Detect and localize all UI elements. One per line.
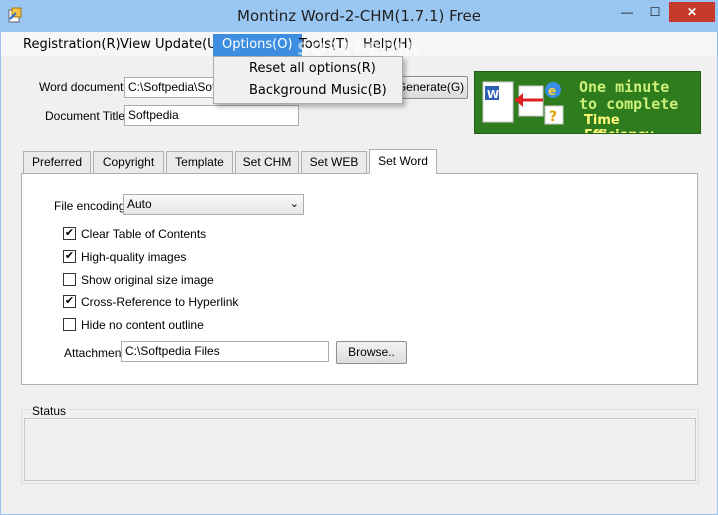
checkbox-cross-reference-label: Cross-Reference to Hyperlink xyxy=(81,295,239,309)
menu-view-update[interactable]: View Update(U) xyxy=(120,36,222,54)
banner-line-3: Time Efficiency... xyxy=(584,113,667,133)
tab-copyright[interactable]: Copyright xyxy=(93,151,164,173)
tab-set-word[interactable]: Set Word xyxy=(369,149,437,174)
tab-template[interactable]: Template xyxy=(166,151,233,173)
menu-background-music[interactable]: Background Music(B) xyxy=(249,81,387,101)
minimize-button[interactable]: — xyxy=(613,2,641,22)
close-button[interactable]: ✕ xyxy=(669,2,715,22)
svg-text:?: ? xyxy=(549,109,557,125)
word-document-input[interactable]: C:\Softpedia\Softp xyxy=(124,77,224,98)
word-doc-icon: W e ? xyxy=(481,78,573,131)
file-encoding-select[interactable]: Auto ⌄ xyxy=(123,194,304,215)
file-encoding-label: File encoding: xyxy=(54,199,129,213)
tab-set-chm[interactable]: Set CHM xyxy=(235,151,299,173)
title-bar[interactable]: Montinz Word-2-CHM(1.7.1) Free — ☐ ✕ xyxy=(1,1,717,32)
checkbox-cross-reference[interactable]: ✔ xyxy=(63,295,76,308)
attachment-input[interactable]: C:\Softpedia Files xyxy=(121,341,329,362)
checkbox-clear-toc[interactable]: ✔ xyxy=(63,227,76,240)
banner-line-1: One minute xyxy=(579,78,670,96)
browse-button[interactable]: Browse.. xyxy=(336,341,407,364)
svg-text:e: e xyxy=(548,84,556,98)
tab-preferred[interactable]: Preferred xyxy=(23,151,91,173)
svg-text:W: W xyxy=(487,88,499,101)
checkbox-hide-no-content-label: Hide no content outline xyxy=(81,318,204,332)
maximize-button[interactable]: ☐ xyxy=(642,2,668,22)
word-document-label: Word document: xyxy=(39,80,127,94)
banner-line-2: to complete xyxy=(579,95,679,113)
generate-button[interactable]: Generate(G) xyxy=(393,76,468,99)
menu-reset-all-options[interactable]: Reset all options(R) xyxy=(249,59,376,79)
file-encoding-value: Auto xyxy=(127,197,152,211)
document-title-input[interactable]: Softpedia xyxy=(124,105,299,126)
menu-registration[interactable]: Registration(R) xyxy=(23,36,121,54)
status-label: Status xyxy=(30,404,69,418)
document-title-label: Document Title: xyxy=(45,109,129,123)
options-dropdown: Reset all options(R) Background Music(B) xyxy=(213,56,403,104)
promo-banner[interactable]: W e ? One minute to complete Time Effici… xyxy=(474,71,701,134)
chevron-down-icon: ⌄ xyxy=(289,198,299,210)
checkbox-high-quality-images[interactable]: ✔ xyxy=(63,250,76,263)
checkbox-clear-toc-label: Clear Table of Contents xyxy=(81,227,207,241)
app-window: Montinz Word-2-CHM(1.7.1) Free — ☐ ✕ Reg… xyxy=(0,0,718,515)
attachment-label: Attachment: xyxy=(64,346,129,360)
checkbox-original-size[interactable] xyxy=(63,273,76,286)
tab-set-web[interactable]: Set WEB xyxy=(301,151,367,173)
window-title: Montinz Word-2-CHM(1.7.1) Free xyxy=(237,7,481,25)
menu-options[interactable]: Options(O) xyxy=(213,34,302,56)
status-output xyxy=(24,418,696,481)
checkbox-hide-no-content[interactable] xyxy=(63,318,76,331)
checkbox-original-size-label: Show original size image xyxy=(81,273,214,287)
checkbox-high-quality-images-label: High-quality images xyxy=(81,250,187,264)
